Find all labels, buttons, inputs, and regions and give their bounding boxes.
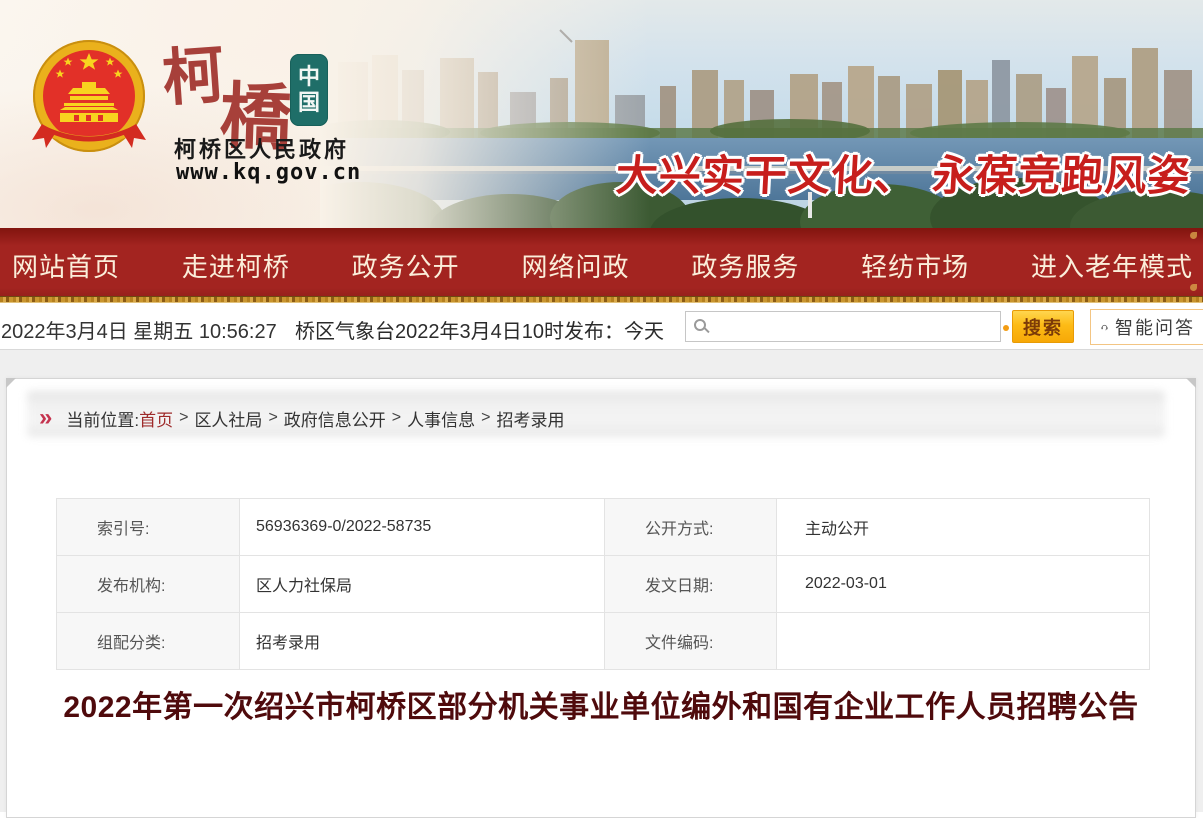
content-card: » 当前位置: 首页 > 区人社局 > 政府信息公开 > 人事信息 > 招考录用…: [6, 378, 1196, 818]
table-row: 索引号: 56936369-0/2022-58735 公开方式: 主动公开: [56, 498, 1150, 556]
breadcrumb-item-recruitment[interactable]: 招考录用: [496, 406, 564, 431]
national-emblem-icon: [32, 40, 146, 152]
weather-bulletin: 桥区气象台2022年3月4日10时发布：今天: [295, 321, 664, 343]
document-meta-table: 索引号: 56936369-0/2022-58735 公开方式: 主动公开 发布…: [56, 498, 1150, 670]
search-icon: [694, 319, 706, 331]
breadcrumb: » 当前位置: 首页 > 区人社局 > 政府信息公开 > 人事信息 > 招考录用: [39, 399, 1165, 437]
breadcrumb-item-hr-bureau[interactable]: 区人社局: [194, 406, 262, 431]
gold-pattern-band: [0, 296, 1203, 303]
china-seal-icon: 中 国: [290, 54, 328, 126]
breadcrumb-prefix: 当前位置:: [66, 410, 140, 430]
current-datetime: 2022年3月4日 星期五 10:56:27: [1, 321, 277, 343]
breadcrumb-separator: >: [391, 409, 402, 426]
meta-value-issuing-agency: 区人力社保局: [239, 555, 605, 613]
breadcrumb-separator: >: [268, 409, 278, 426]
meta-value-file-code: [776, 612, 1150, 670]
smart-qa-label: 智能问答: [1115, 318, 1195, 338]
meta-value-index-number: 56936369-0/2022-58735: [239, 498, 605, 556]
table-row: 组配分类: 招考录用 文件编码:: [56, 612, 1150, 670]
meta-value-issue-date: 2022-03-01: [776, 555, 1150, 613]
seal-char-top: 中: [297, 64, 320, 90]
site-logo[interactable]: 柯 橋 中 国 柯桥区人民政府 www.kq.gov.cn: [22, 30, 360, 200]
page-curl-icon: [6, 378, 16, 388]
site-name-calligraphy-char1: 柯: [159, 37, 227, 116]
meta-label-category: 组配分类:: [56, 612, 240, 670]
smart-qa-button[interactable]: 智能问答: [1090, 309, 1203, 345]
meta-label-issue-date: 发文日期:: [604, 555, 777, 613]
nav-item-elder-mode[interactable]: 进入老年模式: [1031, 247, 1193, 284]
meta-value-disclosure-method: 主动公开: [776, 498, 1150, 556]
headset-icon: [1101, 324, 1108, 331]
search-button[interactable]: 搜索: [1012, 310, 1074, 343]
breadcrumb-separator: >: [481, 409, 491, 426]
nav-item-online-politics[interactable]: 网络问政: [521, 247, 629, 284]
site-banner: 柯 橋 中 国 柯桥区人民政府 www.kq.gov.cn 大兴实干文化、 永葆…: [0, 0, 1203, 228]
breadcrumb-item-personnel-info[interactable]: 人事信息: [407, 406, 475, 431]
nav-item-home[interactable]: 网站首页: [12, 247, 120, 284]
main-nav: 网站首页 走进柯桥 政务公开 网络问政 政务服务 轻纺市场 进入老年模式: [0, 228, 1203, 296]
meta-label-index-number: 索引号:: [56, 498, 240, 556]
seal-char-bottom: 国: [297, 90, 320, 116]
page-curl-icon: [1186, 378, 1196, 388]
nav-corner-ornament-icon: [1190, 232, 1197, 239]
meta-label-disclosure-method: 公开方式:: [604, 498, 777, 556]
meta-label-file-code: 文件编码:: [604, 612, 777, 670]
search-input[interactable]: [716, 312, 996, 341]
table-row: 发布机构: 区人力社保局 发文日期: 2022-03-01: [56, 555, 1150, 613]
nav-item-textile-market[interactable]: 轻纺市场: [861, 247, 969, 284]
meta-value-category: 招考录用: [239, 612, 605, 670]
article-title: 2022年第一次绍兴市柯桥区部分机关事业单位编外和国有企业工作人员招聘公告: [63, 691, 1139, 724]
breadcrumb-item-gov-info-disclosure[interactable]: 政府信息公开: [284, 406, 386, 431]
double-arrow-icon: »: [39, 404, 53, 431]
search-box: [685, 311, 1001, 342]
nav-item-gov-services[interactable]: 政务服务: [691, 247, 799, 284]
banner-slogan: 大兴实干文化、 永葆竞跑风姿: [614, 151, 1193, 200]
breadcrumb-item-home[interactable]: 首页: [139, 406, 173, 431]
nav-item-about[interactable]: 走进柯桥: [182, 247, 290, 284]
dot-ornament-icon: [1003, 325, 1009, 331]
banner-fade-overlay: [320, 0, 650, 228]
site-url: www.kq.gov.cn: [176, 160, 362, 185]
nav-corner-ornament-icon: [1190, 284, 1197, 291]
breadcrumb-separator: >: [179, 409, 189, 426]
info-bar: 2022年3月4日 星期五 10:56:27 桥区气象台2022年3月4日10时…: [0, 303, 1203, 350]
nav-item-gov-info[interactable]: 政务公开: [352, 247, 460, 284]
meta-label-issuing-agency: 发布机构:: [56, 555, 240, 613]
